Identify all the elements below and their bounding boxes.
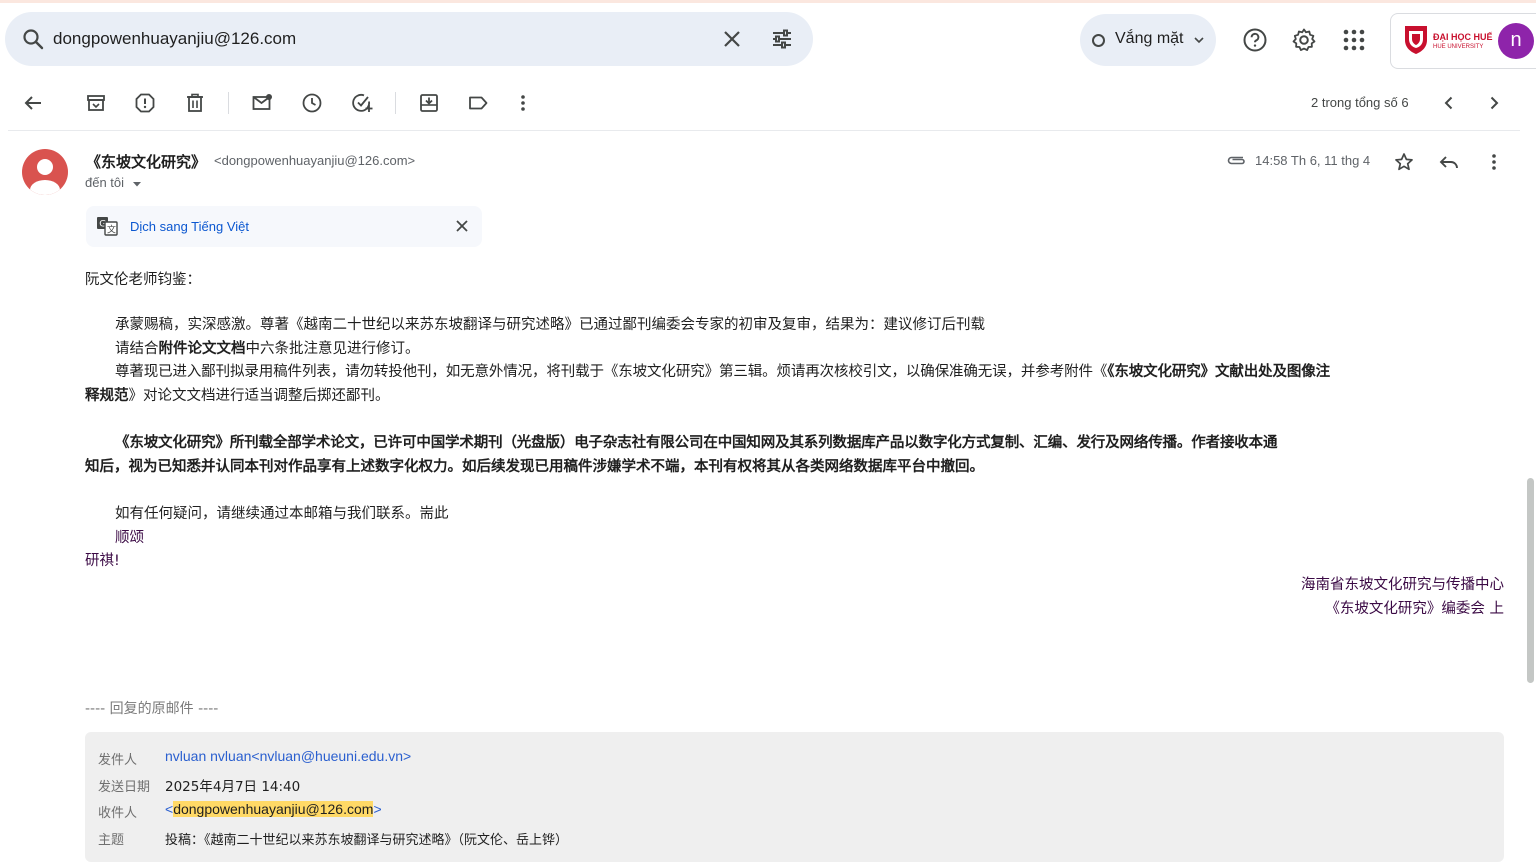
attachment-paperclip-icon	[1227, 156, 1245, 165]
quoted-from-label: 发件人	[98, 753, 138, 768]
sender-email: <dongpowenhuayanjiu@126.com>	[214, 153, 416, 168]
svg-text:文: 文	[107, 224, 116, 236]
message-timestamp: 14:58 Th 6, 11 thg 4	[1255, 153, 1371, 168]
text-run-bold: 《东坡文化研究》文献出处及图像注	[1107, 364, 1331, 380]
search-options-icon[interactable]	[770, 27, 794, 51]
status-circle-icon	[1092, 34, 1105, 47]
scrollbar-thumb[interactable]	[1527, 478, 1534, 683]
body-paragraph-3-line-2: 释规范》对论文文档进行适当调整后掷还鄙刊。	[85, 384, 390, 405]
snooze-clock-icon[interactable]	[301, 92, 323, 114]
quoted-mail-header: ---- 回复的原邮件 ----	[85, 701, 219, 717]
text-run: 》对论文文档进行适当调整后掷还鄙刊。	[128, 388, 390, 404]
signature-line-2: 《东坡文化研究》编委会 上	[1325, 601, 1504, 617]
search-icon[interactable]	[21, 27, 45, 51]
settings-gear-icon[interactable]	[1291, 27, 1317, 53]
label-tag-icon[interactable]	[467, 92, 489, 114]
status-label: Vắng mặt	[1115, 30, 1184, 47]
sender-name: 《东坡文化研究》	[86, 153, 207, 171]
body-paragraph-5: 如有任何疑问，请继续通过本邮箱与我们联系。耑此	[115, 506, 449, 522]
report-spam-icon[interactable]	[134, 92, 156, 114]
greeting: 阮文伦老师钧鉴：	[85, 272, 201, 288]
move-to-icon[interactable]	[418, 92, 440, 114]
close-icon[interactable]	[454, 218, 470, 234]
university-subtitle: HUE UNIVERSITY	[1433, 44, 1484, 50]
university-crest-icon	[1405, 26, 1427, 54]
quoted-date-value: 2025年4月7日 14:40	[165, 779, 301, 795]
apps-grid-icon[interactable]	[1341, 27, 1367, 53]
recipient-summary[interactable]: đến tôi	[85, 175, 124, 190]
body-paragraph-2: 请结合附件论文文档中六条批注意见进行修订。	[115, 337, 420, 358]
delete-trash-icon[interactable]	[184, 92, 206, 114]
quoted-subject-label: 主题	[98, 833, 125, 848]
top-accent-line	[0, 0, 1536, 3]
search-bar[interactable]: dongpowenhuayanjiu@126.com	[5, 12, 813, 66]
text-run: 请结合	[115, 341, 159, 357]
translate-icon: G文	[97, 217, 118, 236]
toolbar-separator	[395, 92, 396, 114]
search-input[interactable]: dongpowenhuayanjiu@126.com	[53, 29, 296, 49]
body-paragraph-4-line-2: 知后，视为已知悉并认同本刊对作品享有上述数字化权力。如后续发现已用稿件涉嫌学术不…	[85, 459, 984, 475]
toolbar-separator	[228, 92, 229, 114]
toolbar-divider	[8, 130, 1520, 131]
status-selector[interactable]: Vắng mặt	[1080, 14, 1216, 66]
closing-line-1: 顺颂	[115, 530, 144, 546]
signature-line-1: 海南省东坡文化研究与传播中心	[1301, 577, 1504, 593]
reply-icon[interactable]	[1438, 151, 1460, 173]
chevron-down-icon	[1194, 37, 1204, 44]
chevron-right-icon[interactable]	[1483, 92, 1505, 114]
account-avatar[interactable]: n	[1498, 23, 1534, 59]
highlighted-email[interactable]: dongpowenhuayanjiu@126.com	[173, 801, 374, 817]
add-task-icon[interactable]	[351, 92, 373, 114]
quoted-date-label: 发送日期	[98, 780, 151, 795]
close-icon[interactable]	[720, 27, 744, 51]
university-name: ĐẠI HỌC HUẾ	[1433, 32, 1493, 42]
quoted-to-value[interactable]: <dongpowenhuayanjiu@126.com>	[165, 801, 382, 817]
text-run: >	[373, 801, 382, 817]
text-run-bold: 释规范	[85, 388, 129, 404]
more-vertical-icon[interactable]	[512, 92, 534, 114]
text-run: 尊著现已进入鄙刊拟录用稿件列表，请勿转投他刊，如无意外情况，将刊载于《东坡文化研…	[115, 364, 1108, 380]
star-icon[interactable]	[1393, 151, 1415, 173]
text-run-bold: 附件论文文档	[158, 341, 246, 357]
body-paragraph-4-line-1: 《东坡文化研究》所刊载全部学术论文，已许可中国学术期刊（光盘版）电子杂志社有限公…	[115, 435, 1278, 451]
back-arrow-icon[interactable]	[22, 92, 44, 114]
text-run: 中六条批注意见进行修订。	[245, 341, 420, 357]
pagination-counter: 2 trong tổng số 6	[1311, 95, 1409, 110]
archive-icon[interactable]	[85, 92, 107, 114]
more-vertical-icon[interactable]	[1483, 151, 1505, 173]
body-paragraph-3-line-1: 尊著现已进入鄙刊拟录用稿件列表，请勿转投他刊，如无意外情况，将刊载于《东坡文化研…	[115, 360, 1330, 381]
quoted-subject-value: 投稿：《越南二十世纪以来苏东坡翻译与研究述略》（阮文伦、岳上铧）	[165, 833, 569, 848]
translate-link[interactable]: Dịch sang Tiếng Việt	[130, 219, 249, 234]
caret-down-icon[interactable]	[132, 180, 142, 188]
chevron-left-icon[interactable]	[1438, 92, 1460, 114]
body-paragraph-1: 承蒙赐稿，实深感激。尊著《越南二十世纪以来苏东坡翻译与研究述略》已通过鄙刊编委会…	[115, 317, 985, 333]
person-icon	[30, 159, 60, 195]
text-run: <	[165, 801, 174, 817]
closing-line-2: 研祺!	[85, 553, 120, 569]
sender-avatar[interactable]	[22, 149, 68, 195]
mark-unread-icon[interactable]	[251, 92, 273, 114]
translate-banner: G文 Dịch sang Tiếng Việt	[86, 206, 482, 247]
help-icon[interactable]	[1242, 27, 1268, 53]
quoted-from-value[interactable]: nvluan nvluan<nvluan@hueuni.edu.vn>	[165, 748, 411, 764]
quoted-to-label: 收件人	[98, 806, 138, 821]
